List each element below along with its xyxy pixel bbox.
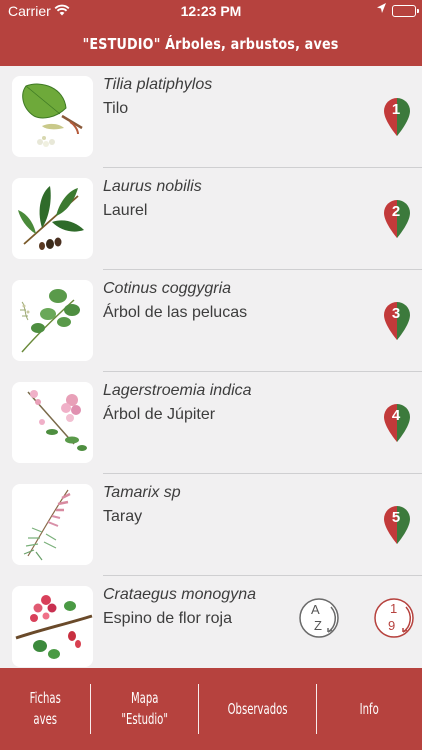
laurel-branch-illustration bbox=[12, 178, 93, 259]
common-name: Árbol de Júpiter bbox=[103, 406, 216, 423]
map-marker-pin[interactable]: 1 bbox=[383, 97, 411, 137]
sort-alpha-top: A bbox=[311, 602, 320, 617]
sort-alphabetical-button[interactable]: A Z bbox=[298, 597, 340, 639]
lagerstroemia-flower-illustration bbox=[12, 382, 93, 463]
tab-mapa-estudio[interactable]: Mapa "Estudio" bbox=[91, 668, 198, 750]
species-list[interactable]: Tilia platiphylos Tilo 1 Laurus nobilis … bbox=[0, 66, 422, 668]
tamarix-branch-illustration bbox=[12, 484, 93, 565]
nav-bar: "ESTUDIO" Árboles, arbustos, aves bbox=[0, 22, 422, 66]
common-name: Árbol de las pelucas bbox=[103, 304, 248, 321]
tab-label-line1: Fichas bbox=[29, 689, 61, 707]
page-title: "ESTUDIO" Árboles, arbustos, aves bbox=[83, 35, 339, 53]
sort-numeric-button[interactable]: 1 9 bbox=[373, 597, 415, 639]
marker-number: 4 bbox=[391, 407, 401, 424]
location-arrow-icon bbox=[376, 2, 387, 17]
common-name: Laurel bbox=[103, 202, 148, 219]
tilia-leaf-illustration bbox=[12, 76, 93, 157]
sort-alpha-bottom: Z bbox=[314, 618, 322, 633]
scientific-name: Tamarix sp bbox=[103, 484, 181, 501]
tab-bar: Fichas aves Mapa "Estudio" Observados In… bbox=[0, 668, 422, 750]
map-marker-pin[interactable]: 2 bbox=[383, 199, 411, 239]
scientific-name: Crataegus monogyna bbox=[103, 586, 256, 603]
common-name: Tilo bbox=[103, 100, 129, 117]
clock: 12:23 PM bbox=[180, 3, 242, 19]
marker-number: 3 bbox=[391, 305, 401, 322]
list-item-laurus[interactable]: Laurus nobilis Laurel 2 bbox=[0, 168, 422, 270]
scientific-name: Cotinus coggygria bbox=[103, 280, 232, 297]
tab-fichas-aves[interactable]: Fichas aves bbox=[0, 668, 90, 750]
tab-observados[interactable]: Observados bbox=[199, 668, 316, 750]
tab-label-line1: Info bbox=[359, 699, 380, 718]
marker-number: 2 bbox=[391, 203, 401, 220]
battery-icon bbox=[392, 5, 419, 17]
crataegus-flower-illustration bbox=[12, 586, 93, 667]
tab-label-line1: Observados bbox=[227, 699, 288, 718]
tab-label-line1: Mapa bbox=[130, 689, 159, 707]
map-marker-pin[interactable]: 3 bbox=[383, 301, 411, 341]
tab-label-line2: aves bbox=[33, 710, 57, 728]
scientific-name: Tilia platiphylos bbox=[103, 76, 213, 93]
common-name: Taray bbox=[103, 508, 143, 525]
tab-label-line2: "Estudio" bbox=[121, 710, 168, 728]
list-item-lagerstroemia[interactable]: Lagerstroemia indica Árbol de Júpiter 4 bbox=[0, 372, 422, 474]
marker-number: 5 bbox=[391, 509, 401, 526]
scientific-name: Laurus nobilis bbox=[103, 178, 202, 195]
sort-numeric-top: 1 bbox=[390, 601, 398, 616]
status-bar: Carrier 12:23 PM bbox=[0, 0, 422, 22]
cotinus-branch-illustration bbox=[12, 280, 93, 361]
list-item-tamarix[interactable]: Tamarix sp Taray 5 bbox=[0, 474, 422, 576]
marker-number: 1 bbox=[391, 101, 401, 118]
list-item-tilia[interactable]: Tilia platiphylos Tilo 1 bbox=[0, 66, 422, 168]
common-name: Espino de flor roja bbox=[103, 610, 232, 627]
tab-info[interactable]: Info bbox=[317, 668, 422, 750]
sort-numeric-bottom: 9 bbox=[388, 618, 396, 633]
map-marker-pin[interactable]: 4 bbox=[383, 403, 411, 443]
list-item-crataegus[interactable]: Crataegus monogyna Espino de flor roja bbox=[0, 576, 422, 668]
map-marker-pin[interactable]: 5 bbox=[383, 505, 411, 545]
scientific-name: Lagerstroemia indica bbox=[103, 382, 252, 399]
list-item-cotinus[interactable]: Cotinus coggygria Árbol de las pelucas 3 bbox=[0, 270, 422, 372]
